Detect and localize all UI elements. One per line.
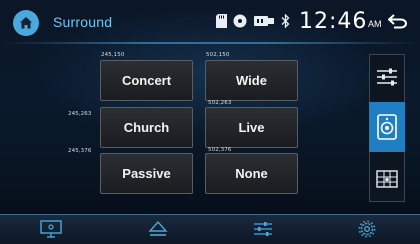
equalizer-sliders-icon bbox=[377, 68, 397, 86]
surround-screen: Surround 12:46 AM 245,150 Concert 502,15… bbox=[0, 0, 420, 244]
preset-passive-button[interactable]: Passive bbox=[100, 153, 193, 194]
settings-button[interactable] bbox=[354, 218, 380, 240]
preset-coord-live: 502,263 bbox=[208, 100, 232, 106]
disc-icon bbox=[233, 14, 247, 28]
eject-icon bbox=[148, 221, 168, 236]
side-menu-balance[interactable] bbox=[369, 156, 405, 202]
side-menu-equalizer[interactable] bbox=[369, 54, 405, 100]
preset-live-button[interactable]: Live bbox=[205, 107, 298, 148]
preset-coord-concert: 245,150 bbox=[101, 52, 125, 58]
clock-ampm: AM bbox=[368, 19, 382, 29]
preset-wide-button[interactable]: Wide bbox=[205, 60, 298, 101]
speaker-icon bbox=[377, 114, 397, 140]
preset-concert-button[interactable]: Concert bbox=[100, 60, 193, 101]
header-bar: Surround 12:46 AM bbox=[0, 0, 420, 42]
eject-button[interactable] bbox=[145, 218, 171, 240]
audio-settings-button[interactable] bbox=[250, 218, 276, 240]
back-icon[interactable] bbox=[388, 13, 408, 29]
balance-grid-icon bbox=[376, 170, 398, 188]
sd-card-icon bbox=[216, 14, 227, 28]
preset-coord-wide: 502,150 bbox=[206, 52, 230, 58]
usb-icon bbox=[254, 16, 274, 26]
preset-church-button[interactable]: Church bbox=[100, 107, 193, 148]
preset-coord-church: 245,263 bbox=[68, 111, 92, 117]
home-icon bbox=[20, 17, 32, 29]
preset-none-button[interactable]: None bbox=[205, 153, 298, 194]
display-button[interactable] bbox=[38, 218, 64, 240]
audio-settings-icon bbox=[254, 222, 272, 236]
preset-coord-passive: 245,376 bbox=[68, 148, 92, 154]
header-divider bbox=[0, 42, 420, 44]
screen-icon bbox=[40, 220, 62, 238]
clock-time: 12:46 bbox=[299, 9, 368, 34]
settings-gear-icon bbox=[358, 220, 376, 238]
bluetooth-icon bbox=[281, 14, 290, 28]
side-menu-surround[interactable] bbox=[369, 102, 405, 152]
page-title: Surround bbox=[53, 14, 113, 30]
home-button[interactable] bbox=[13, 10, 39, 36]
